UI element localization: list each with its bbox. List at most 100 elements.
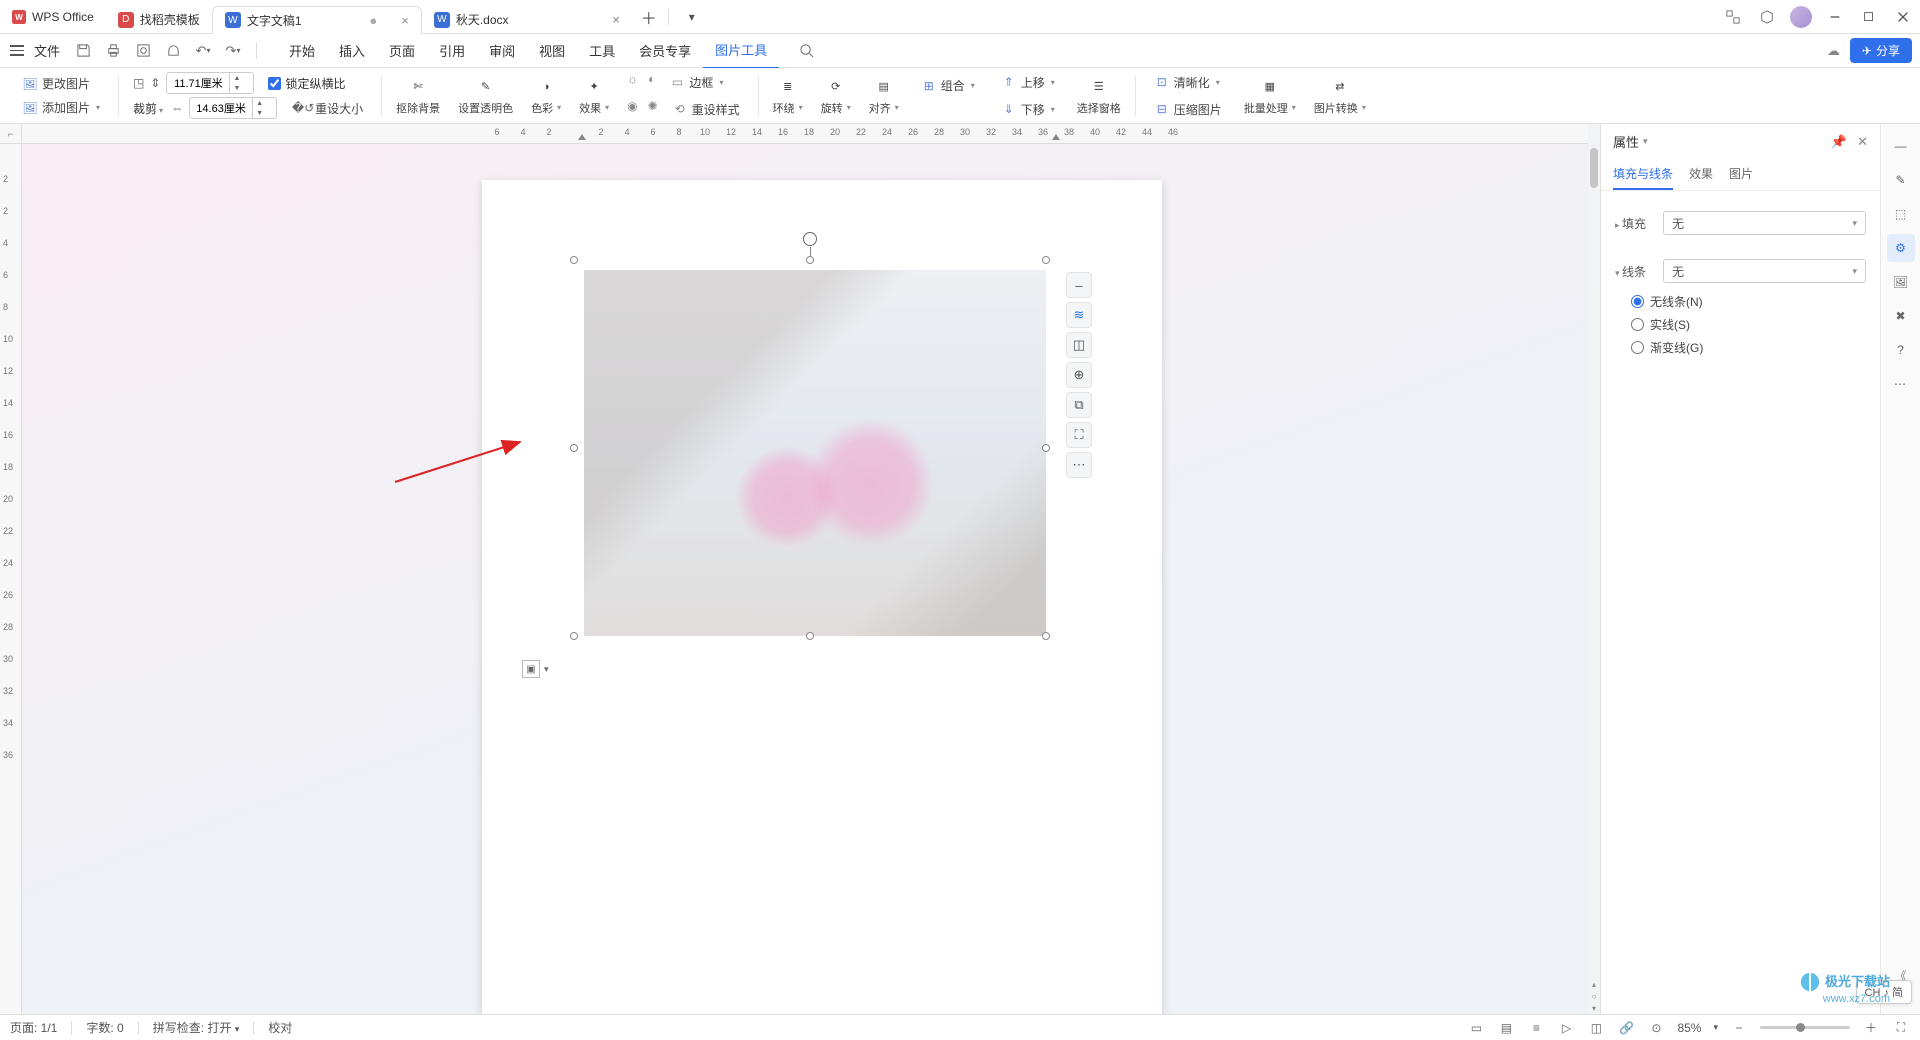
set-transparent-button[interactable]: ✎设置透明色 <box>450 74 521 118</box>
resize-handle-bm[interactable] <box>806 632 814 640</box>
scroll-page-down-icon[interactable]: ▾ <box>1588 1002 1600 1014</box>
menu-page[interactable]: 页面 <box>377 33 427 68</box>
float-tool-zoom[interactable]: ⊕ <box>1066 362 1092 388</box>
fullscreen-icon[interactable]: ⛶ <box>1892 1019 1910 1037</box>
cloud-icon[interactable]: ☁ <box>1827 43 1840 59</box>
avatar[interactable] <box>1790 6 1812 28</box>
view-read-icon[interactable]: ▤ <box>1497 1019 1515 1037</box>
layout-options[interactable]: ▣ ▾ <box>522 660 549 678</box>
indent-marker-right[interactable] <box>1052 134 1060 140</box>
strip-help-icon[interactable]: ? <box>1887 336 1915 364</box>
cube-icon[interactable] <box>1750 2 1784 32</box>
tab-list-button[interactable]: ▾ <box>679 4 705 30</box>
align-button[interactable]: ▤对齐 <box>861 74 907 118</box>
tab-doc2[interactable]: W 秋天.docx × <box>422 6 632 34</box>
remove-bg-button[interactable]: ✄抠除背景 <box>388 74 448 118</box>
scroll-page-up-icon[interactable]: ▴ <box>1588 978 1600 990</box>
float-tool-wrap[interactable]: ≋ <box>1066 302 1092 328</box>
line-label[interactable]: 线条 <box>1615 263 1663 280</box>
pin-icon[interactable]: 📌 <box>1831 134 1847 150</box>
add-picture-button[interactable]: 🖼添加图片 <box>18 97 104 118</box>
line-radio-gradient[interactable]: 渐变线(G) <box>1631 339 1866 356</box>
close-panel-icon[interactable]: ✕ <box>1857 134 1868 150</box>
float-tool-crop[interactable]: ◫ <box>1066 332 1092 358</box>
view-focus-icon[interactable]: ◫ <box>1587 1019 1605 1037</box>
convert-button[interactable]: ⇄图片转换 <box>1306 74 1374 118</box>
zoom-in-icon[interactable]: ＋ <box>1862 1019 1880 1037</box>
window-tile-icon[interactable] <box>1716 2 1750 32</box>
status-words[interactable]: 字数: 0 <box>86 1019 123 1036</box>
line-radio-solid[interactable]: 实线(S) <box>1631 316 1866 333</box>
view-page-icon[interactable]: ▭ <box>1467 1019 1485 1037</box>
rotate-handle[interactable] <box>803 232 817 246</box>
width-input[interactable]: ▲▼ <box>189 97 277 119</box>
lock-ratio-checkbox[interactable]: 锁定纵横比 <box>268 75 345 92</box>
tab-doc1[interactable]: W 文字文稿1 ● × <box>212 6 422 34</box>
resize-handle-mr[interactable] <box>1042 444 1050 452</box>
redo-icon[interactable]: ↷▾ <box>224 42 242 60</box>
float-tool-fit[interactable]: ⛶ <box>1066 422 1092 448</box>
contrast-icon[interactable]: ◉ <box>627 99 637 120</box>
undo-icon[interactable]: ↶▾ <box>194 42 212 60</box>
zoom-out-icon[interactable]: − <box>1730 1019 1748 1037</box>
fit-icon[interactable]: ⊙ <box>1647 1019 1665 1037</box>
menu-ref[interactable]: 引用 <box>427 33 477 68</box>
new-tab-button[interactable]: ＋ <box>636 4 662 30</box>
status-spellcheck[interactable]: 拼写检查: 打开 ▾ <box>153 1019 240 1036</box>
export-icon[interactable] <box>164 42 182 60</box>
brightness-icon[interactable]: ☼ <box>627 72 638 93</box>
file-menu[interactable]: 文件 <box>34 41 60 60</box>
color-button[interactable]: ◑色彩 <box>523 74 569 118</box>
status-proofing[interactable]: 校对 <box>268 1019 292 1036</box>
chevron-down-icon[interactable]: ▾ <box>1643 136 1648 147</box>
close-window-icon[interactable] <box>1886 2 1920 32</box>
panel-tab-effect[interactable]: 效果 <box>1689 159 1713 190</box>
vertical-scrollbar[interactable]: ▲ ▴ ○ ▾ <box>1588 144 1600 1014</box>
image-selection[interactable] <box>574 260 1046 636</box>
tab-templates[interactable]: D 找稻壳模板 <box>106 6 212 34</box>
move-up-button[interactable]: ⇑上移 <box>997 72 1059 93</box>
view-web-icon[interactable]: ▷ <box>1557 1019 1575 1037</box>
clarity-button[interactable]: ⊡清晰化 <box>1150 72 1226 93</box>
fill-label[interactable]: 填充 <box>1615 215 1663 232</box>
resize-handle-tl[interactable] <box>570 256 578 264</box>
strip-image-icon[interactable]: 🖼 <box>1887 268 1915 296</box>
panel-tab-fill-line[interactable]: 填充与线条 <box>1613 159 1673 190</box>
compress-button[interactable]: ⊟压缩图片 <box>1150 99 1226 120</box>
group-button[interactable]: ⊞组合 <box>917 75 979 96</box>
height-input[interactable]: ▲▼ <box>166 72 254 94</box>
menu-view[interactable]: 视图 <box>527 33 577 68</box>
rotate-button[interactable]: ⟳旋转 <box>813 74 859 118</box>
reset-style-button[interactable]: ⟲重设样式 <box>668 99 744 120</box>
link-icon[interactable]: 🔗 <box>1617 1019 1635 1037</box>
fill-select[interactable]: 无▾ <box>1663 211 1866 235</box>
resize-handle-br[interactable] <box>1042 632 1050 640</box>
float-tool-replace[interactable]: ⧉ <box>1066 392 1092 418</box>
scroll-target-icon[interactable]: ○ <box>1588 990 1600 1002</box>
zoom-slider[interactable] <box>1760 1026 1850 1029</box>
panel-tab-picture[interactable]: 图片 <box>1729 159 1753 190</box>
crop-button[interactable]: 裁剪 <box>133 100 163 117</box>
move-down-button[interactable]: ⇓下移 <box>997 99 1059 120</box>
shadow-icon[interactable]: ◐ <box>648 72 655 93</box>
resize-handle-ml[interactable] <box>570 444 578 452</box>
resize-handle-tm[interactable] <box>806 256 814 264</box>
menu-start[interactable]: 开始 <box>277 33 327 68</box>
wrap-button[interactable]: ≣环绕 <box>765 74 811 118</box>
maximize-icon[interactable] <box>1852 2 1886 32</box>
close-icon[interactable]: × <box>401 13 409 28</box>
border-button[interactable]: ▭边框 <box>665 72 727 93</box>
canvas[interactable]: – ≋ ◫ ⊕ ⧉ ⛶ ⋯ ▣ ▾ <box>22 144 1588 1014</box>
vertical-ruler[interactable]: 224681012141618202224262830323436 <box>0 144 22 1014</box>
crop-aspect-icon[interactable]: ◳ <box>133 76 144 90</box>
line-select[interactable]: 无▾ <box>1663 259 1866 283</box>
share-button[interactable]: ✈ 分享 <box>1850 38 1912 63</box>
search-icon[interactable] <box>793 43 819 58</box>
strip-more-icon[interactable]: ⋯ <box>1887 370 1915 398</box>
selection-pane-button[interactable]: ☰选择窗格 <box>1069 74 1129 118</box>
close-icon[interactable]: × <box>612 12 620 27</box>
scrollbar-thumb[interactable] <box>1590 148 1598 188</box>
strip-pen-icon[interactable]: ✎ <box>1887 166 1915 194</box>
effect-button[interactable]: ✦效果 <box>571 74 617 118</box>
view-outline-icon[interactable]: ≡ <box>1527 1019 1545 1037</box>
